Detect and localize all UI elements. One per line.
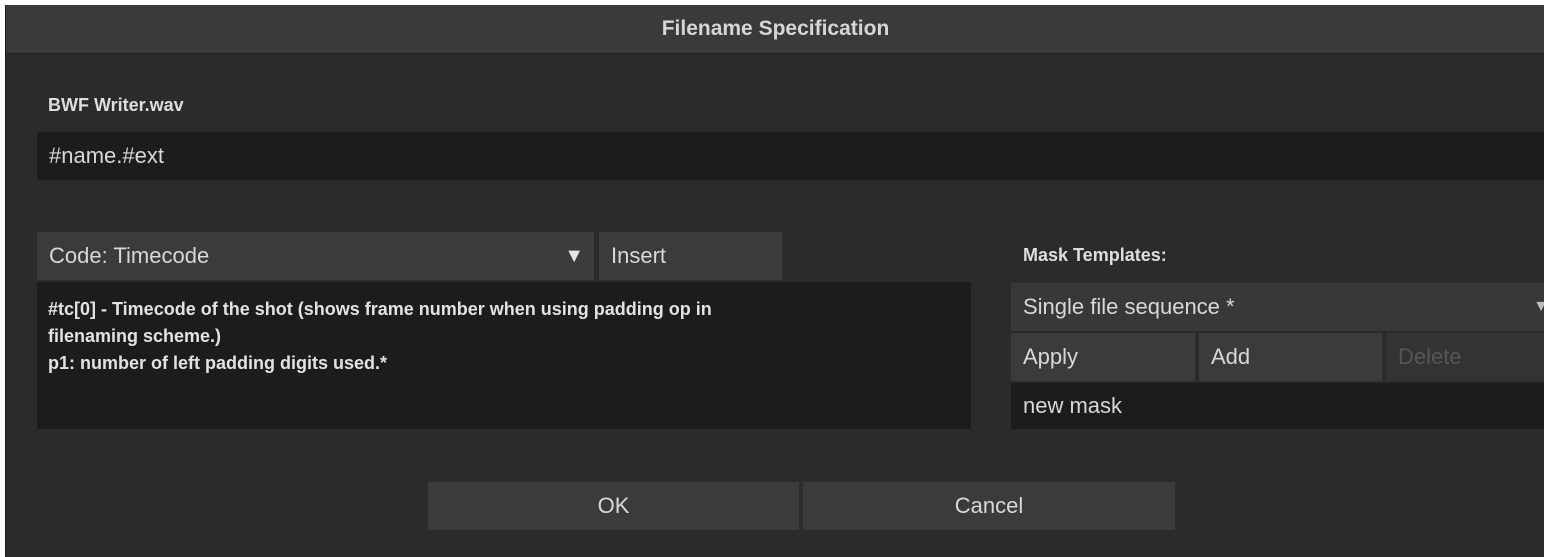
chevron-down-icon: ▼ [1533, 298, 1544, 315]
add-button[interactable]: Add [1199, 333, 1382, 381]
mask-template-value: Single file sequence * [1023, 294, 1235, 319]
filename-specification-dialog: Filename Specification BWF Writer.wav Co… [5, 5, 1544, 557]
code-dropdown[interactable]: Code: Timecode ▼ [37, 232, 594, 280]
delete-button[interactable]: Delete [1386, 333, 1544, 381]
mask-template-dropdown[interactable]: Single file sequence * ▼ [1011, 283, 1544, 331]
apply-button[interactable]: Apply [1011, 333, 1195, 381]
mask-templates-label: Mask Templates: [1023, 245, 1167, 265]
mask-name-input[interactable] [1011, 383, 1544, 429]
insert-button[interactable]: Insert [599, 232, 782, 280]
code-description: #tc[0] - Timecode of the shot (shows fra… [37, 282, 971, 429]
chevron-down-icon: ▼ [564, 245, 584, 267]
ok-button[interactable]: OK [428, 482, 799, 530]
code-dropdown-value: Code: Timecode [49, 243, 210, 268]
writer-label: BWF Writer.wav [48, 95, 184, 115]
dialog-title: Filename Specification [6, 5, 1544, 54]
code-description-line: p1: number of left padding digits used.* [48, 353, 388, 373]
cancel-button[interactable]: Cancel [803, 482, 1175, 530]
code-description-line: filenaming scheme.) [48, 326, 222, 346]
filename-pattern-input[interactable] [37, 132, 1544, 180]
code-description-line: #tc[0] - Timecode of the shot (shows fra… [48, 299, 712, 319]
